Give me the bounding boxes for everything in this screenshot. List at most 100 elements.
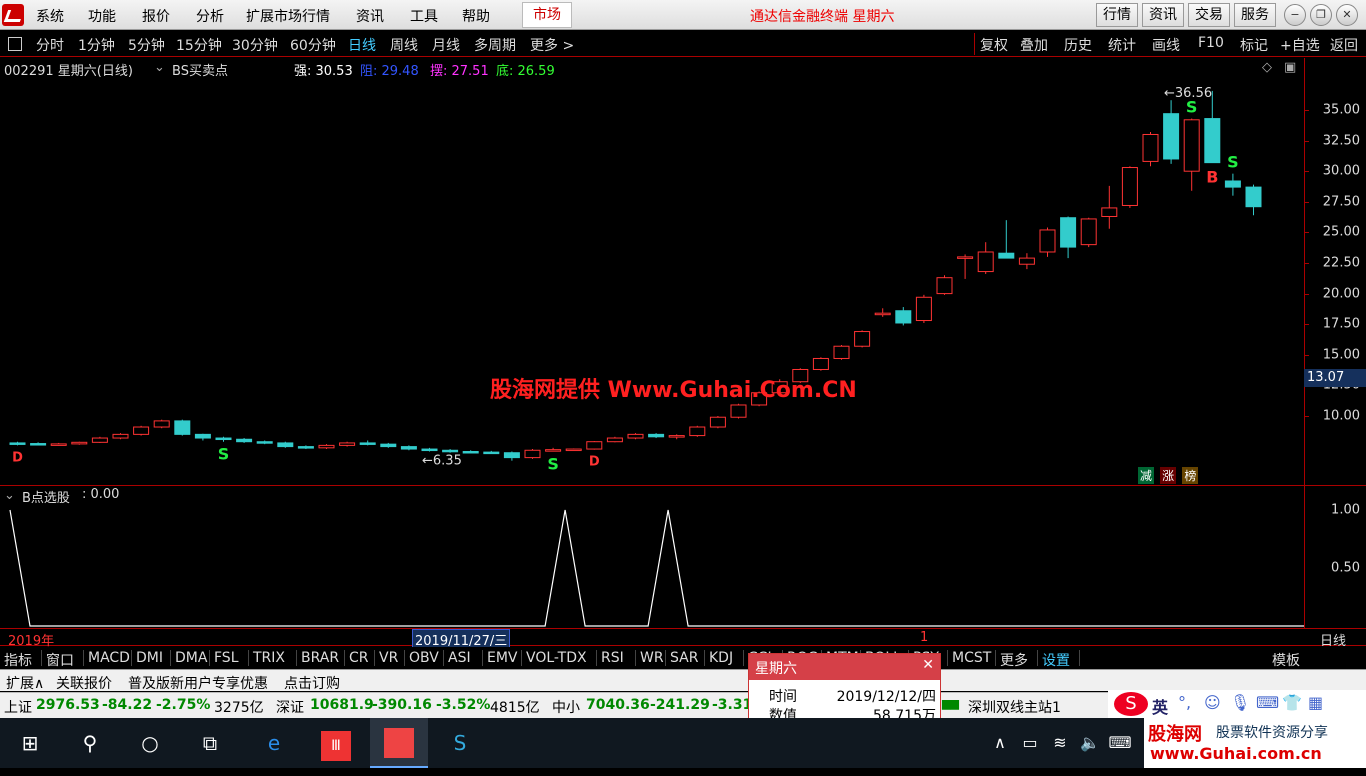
keyboard-icon[interactable]: ⌨ <box>1256 693 1279 712</box>
period-monthly[interactable]: 月线 <box>432 35 460 55</box>
indicator-name[interactable]: BS买卖点 <box>172 60 228 79</box>
adjust-button[interactable]: 复权 <box>980 35 1008 55</box>
windows-start-icon[interactable]: ⊞ <box>6 718 54 768</box>
candle-body <box>977 251 994 273</box>
indicator-tab[interactable]: MCST <box>952 650 991 666</box>
menu-ext-market[interactable]: 扩展市场行情 <box>246 6 330 26</box>
indicator-tab[interactable]: FSL <box>214 650 239 666</box>
market-tab[interactable]: 市场 <box>522 2 572 28</box>
indicator-tab[interactable]: KDJ <box>709 650 733 666</box>
period-5min[interactable]: 5分钟 <box>128 35 165 55</box>
indicator-tab[interactable]: MACD <box>88 650 130 666</box>
panel-toggle-icon[interactable] <box>8 37 22 51</box>
minimize-icon[interactable]: − <box>1284 4 1306 26</box>
indicator-tab[interactable]: VR <box>379 650 398 666</box>
period-60min[interactable]: 60分钟 <box>290 35 336 55</box>
indicator-tab[interactable]: 设置 <box>1042 650 1070 670</box>
menu-tools[interactable]: 工具 <box>410 6 438 26</box>
candle-body <box>380 443 397 448</box>
indicator-tab[interactable]: RSI <box>601 650 624 666</box>
mark-button[interactable]: 标记 <box>1240 35 1268 55</box>
candlestick-chart[interactable]: D DSSSSB←36.56←6.35 <box>0 80 1304 485</box>
expand-button[interactable]: 扩展∧ <box>6 673 44 693</box>
period-1min[interactable]: 1分钟 <box>78 35 115 55</box>
ime-lang[interactable]: 英 <box>1152 694 1168 718</box>
server-name[interactable]: 深圳双线主站1 <box>968 697 1061 717</box>
menu-quote[interactable]: 报价 <box>142 6 170 26</box>
indicator-tab[interactable]: OBV <box>409 650 439 666</box>
period-weekly[interactable]: 周线 <box>390 35 418 55</box>
search-icon[interactable]: ⚲ <box>66 718 114 768</box>
trade-button[interactable]: 交易 <box>1188 3 1230 27</box>
candle-body <box>1060 217 1077 248</box>
back-button[interactable]: 返回 <box>1330 35 1358 55</box>
period-fenshi[interactable]: 分时 <box>36 35 64 55</box>
punct-icon[interactable]: °, <box>1178 693 1191 712</box>
menu-system[interactable]: 系统 <box>36 6 64 26</box>
badge-rise[interactable]: 涨 <box>1160 467 1177 484</box>
indicator-tab[interactable]: BRAR <box>301 650 339 666</box>
candle <box>545 447 562 452</box>
badge-reduce[interactable]: 减 <box>1138 467 1155 484</box>
popup-close-icon[interactable]: ✕ <box>922 657 934 673</box>
promo-text[interactable]: 普及版新用户专享优惠 <box>128 673 268 693</box>
quote-button[interactable]: 行情 <box>1096 3 1138 27</box>
subscribe-link[interactable]: 点击订购 <box>284 673 340 693</box>
period-15min[interactable]: 15分钟 <box>176 35 222 55</box>
menu-news[interactable]: 资讯 <box>356 6 384 26</box>
keyboard-tray-icon[interactable]: ⌨ <box>1096 718 1144 768</box>
history-button[interactable]: 历史 <box>1064 35 1092 55</box>
sogou-browser-icon[interactable]: S <box>436 718 484 768</box>
menu-function[interactable]: 功能 <box>88 6 116 26</box>
candle <box>668 434 685 440</box>
indicator-tab[interactable]: TRIX <box>253 650 285 666</box>
diamond-icon[interactable]: ◇ <box>1262 60 1272 75</box>
draw-button[interactable]: 画线 <box>1152 35 1180 55</box>
smile-icon[interactable]: ☺ <box>1204 693 1221 712</box>
app-red-icon[interactable]: Ⅲ <box>312 718 360 768</box>
grid-icon[interactable]: ▦ <box>1308 693 1323 712</box>
panel-icon[interactable]: ▣ <box>1284 60 1296 75</box>
mic-icon[interactable]: 🎙 <box>1230 693 1250 712</box>
period-daily[interactable]: 日线 <box>348 35 376 55</box>
indicator-tab[interactable]: VOL-TDX <box>526 650 587 666</box>
period-more[interactable]: 更多 > <box>530 35 574 55</box>
linked-quote-button[interactable]: 关联报价 <box>56 673 112 693</box>
indicator-tab[interactable]: ASI <box>448 650 471 666</box>
menu-analysis[interactable]: 分析 <box>196 6 224 26</box>
edge-icon[interactable]: e <box>250 718 298 768</box>
overlay-button[interactable]: 叠加 <box>1020 35 1048 55</box>
menu-help[interactable]: 帮助 <box>462 6 490 26</box>
template-button[interactable]: 模板 <box>1272 650 1300 670</box>
indicator-tab[interactable]: DMA <box>175 650 207 666</box>
indicator-tab[interactable]: WR <box>640 650 664 666</box>
info-button[interactable]: 资讯 <box>1142 3 1184 27</box>
indicator-tab[interactable]: 窗口 <box>46 650 74 670</box>
indicator-chart[interactable] <box>0 500 1304 628</box>
restore-icon[interactable]: ❐ <box>1310 4 1332 26</box>
cortana-icon[interactable]: ○ <box>126 718 174 768</box>
sz-label[interactable]: 深证 <box>276 697 304 717</box>
f10-button[interactable]: F10 <box>1198 35 1224 51</box>
badge-rank[interactable]: 榜 <box>1182 467 1199 484</box>
add-watchlist-button[interactable]: +自选 <box>1280 35 1320 55</box>
tdx-app-icon[interactable] <box>370 718 428 768</box>
close-icon[interactable]: ✕ <box>1336 4 1358 26</box>
indicator-tab[interactable]: 更多 <box>1000 650 1028 670</box>
period-30min[interactable]: 30分钟 <box>232 35 278 55</box>
indicator-tab[interactable]: SAR <box>670 650 698 666</box>
period-multi[interactable]: 多周期 <box>474 35 516 55</box>
sogou-logo-icon[interactable]: S <box>1114 692 1148 716</box>
indicator-tab[interactable]: 指标 <box>4 650 32 670</box>
indicator-tab[interactable]: EMV <box>487 650 518 666</box>
stats-button[interactable]: 统计 <box>1108 35 1136 55</box>
indicator-tab[interactable]: CR <box>349 650 369 666</box>
sh-label[interactable]: 上证 <box>4 697 32 717</box>
indicator-toggle-icon[interactable]: ⌄ <box>154 60 165 75</box>
indicator-tab[interactable]: DMI <box>136 650 163 666</box>
service-button[interactable]: 服务 <box>1234 3 1276 27</box>
task-view-icon[interactable]: ⧉ <box>186 718 234 768</box>
zx-label[interactable]: 中小 <box>552 697 580 717</box>
shirt-icon[interactable]: 👕 <box>1282 693 1302 712</box>
candle-body <box>236 438 253 443</box>
